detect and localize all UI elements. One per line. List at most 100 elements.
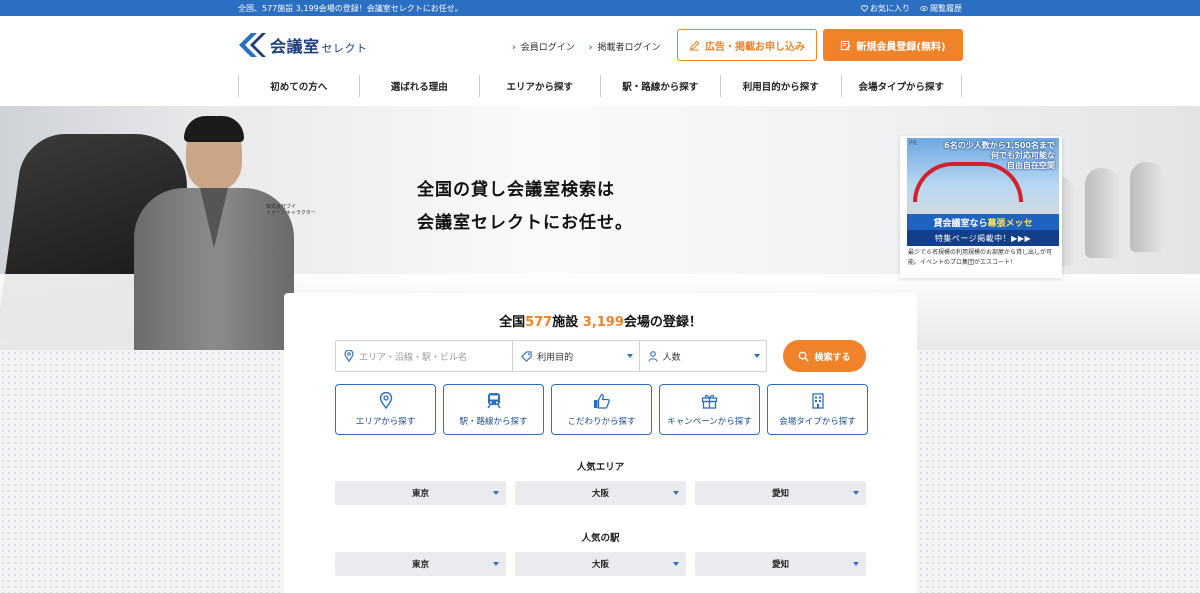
- popular-station-selects: 東京 大阪 愛知: [335, 552, 866, 576]
- pr-band-pre: 貸会議室なら: [933, 218, 988, 229]
- nav-item-purpose[interactable]: 利用目的から探す: [720, 75, 841, 97]
- logo-sub: セレクト: [321, 42, 368, 55]
- caret-down-icon: [853, 491, 859, 495]
- pr-band: 貸会議室なら 幕張メッセ: [907, 214, 1059, 230]
- place-search-placeholder: エリア・沿線・駅・ビル名: [359, 352, 468, 363]
- nav-item-area[interactable]: エリアから探す: [479, 75, 600, 97]
- search-button-label: 検索する: [814, 352, 851, 363]
- hero-character-image: [134, 116, 294, 350]
- search-panel: 全国577施設 3,199会場の登録！ エリア・沿線・駅・ビル名 利用目的 人数…: [284, 293, 917, 593]
- popular-area-selects: 東京 大阪 愛知: [335, 481, 866, 505]
- register-button[interactable]: 新規会員登録(無料): [823, 29, 963, 61]
- facility-count: 577: [525, 315, 553, 330]
- category-venue-type-label: 会場タイプから探す: [779, 416, 856, 427]
- count-pre: 全国: [499, 315, 526, 330]
- people-select[interactable]: 人数: [640, 341, 766, 371]
- people-select-label: 人数: [662, 352, 681, 363]
- area-select-osaka-label: 大阪: [591, 489, 609, 499]
- category-station-button[interactable]: 駅・路線から探す: [443, 384, 544, 435]
- purpose-select-label: 利用目的: [537, 352, 574, 363]
- nav-item-first-time[interactable]: 初めての方へ: [238, 75, 359, 97]
- history-label: 閲覧履歴: [930, 4, 962, 13]
- area-select-tokyo[interactable]: 東京: [335, 481, 506, 505]
- pr-copy-line1: 6名の少人数から1,500名まで: [944, 141, 1055, 150]
- place-search-input[interactable]: エリア・沿線・駅・ビル名: [336, 341, 514, 371]
- chevron-right-icon: ›: [512, 43, 516, 53]
- favorites-link[interactable]: お気に入り: [861, 3, 910, 14]
- count-mid: 施設: [552, 315, 579, 330]
- hero-chair-image: [1085, 168, 1119, 258]
- purpose-select[interactable]: 利用目的: [513, 341, 640, 371]
- pr-description: 最少で６名規模の利用規模のお部屋から貸し出しが可能。イベントのプロ集団がエスコー…: [908, 249, 1053, 266]
- venue-count: 3,199: [582, 315, 624, 330]
- pr-copy: 6名の少人数から1,500名まで 何でも対応可能な 自由自在空間: [944, 141, 1055, 171]
- caret-down-icon: [853, 562, 859, 566]
- station-select-osaka[interactable]: 大阪: [515, 552, 686, 576]
- area-select-tokyo-label: 東京: [411, 489, 429, 499]
- search-button[interactable]: 検索する: [783, 340, 866, 372]
- pr-band-feature: 特集ページ掲載中！▶▶▶: [907, 230, 1059, 246]
- category-area-button[interactable]: エリアから探す: [335, 384, 436, 435]
- character-hair: [184, 116, 244, 142]
- pr-tag: PR: [909, 140, 917, 147]
- caret-down-icon: [754, 354, 760, 358]
- caret-down-icon: [626, 354, 633, 358]
- logo-main: 会議室: [270, 37, 320, 56]
- category-station-label: 駅・路線から探す: [459, 417, 528, 427]
- publisher-login-label: 掲載者ログイン: [597, 43, 661, 53]
- heart-icon: [861, 5, 868, 12]
- hero-caption: 株式会社ブイ イメージキャラクター: [266, 204, 326, 216]
- top-bar-text: 全国、577施設 3,199会場の登録！会議室セレクトにお任せ。: [238, 4, 463, 13]
- area-select-aichi[interactable]: 愛知: [695, 481, 866, 505]
- category-preference-button[interactable]: こだわりから探す: [551, 384, 652, 435]
- nav-item-venue-type[interactable]: 会場タイプから探す: [840, 75, 962, 97]
- site-header: 会議室 セレクト › 会員ログイン › 掲載者ログイン 広告・掲載お申し込み 新規会員…: [0, 16, 1200, 106]
- edit-document-icon: [841, 40, 851, 50]
- member-login-label: 会員ログイン: [520, 43, 575, 53]
- tag-icon: [521, 350, 532, 362]
- pr-copy-line3: 自由自在空間: [1007, 161, 1055, 170]
- person-icon: [648, 350, 658, 362]
- category-venue-type-button[interactable]: 会場タイプから探す: [767, 384, 868, 435]
- publisher-login-link[interactable]: › 掲載者ログイン: [589, 40, 661, 53]
- member-login-link[interactable]: › 会員ログイン: [512, 40, 575, 53]
- pencil-icon: [689, 40, 700, 51]
- pr-copy-line2: 何でも対応可能な: [991, 151, 1055, 160]
- favorites-label: お気に入り: [870, 4, 910, 13]
- category-area-label: エリアから探す: [355, 417, 416, 427]
- nav-item-station[interactable]: 駅・路線から探す: [599, 75, 721, 97]
- station-select-aichi-label: 愛知: [771, 560, 789, 570]
- main-nav: 初めての方へ 選ばれる理由 エリアから探す 駅・路線から探す 利用目的から探す …: [238, 75, 962, 97]
- ad-application-button[interactable]: 広告・掲載お申し込み: [677, 29, 817, 61]
- station-select-tokyo[interactable]: 東京: [335, 552, 506, 576]
- caret-down-icon: [493, 562, 499, 566]
- category-buttons: エリアから探す 駅・路線から探す こだわりから探す キャンペーンから探す 会場タ…: [335, 384, 868, 435]
- station-select-aichi[interactable]: 愛知: [695, 552, 866, 576]
- pr-banner[interactable]: 6名の少人数から1,500名まで 何でも対応可能な 自由自在空間 貸会議室なら幕…: [900, 136, 1062, 278]
- category-campaign-label: キャンペーンから探す: [667, 416, 752, 427]
- register-label: 新規会員登録(無料): [856, 41, 946, 53]
- category-preference-label: こだわりから探す: [567, 416, 636, 427]
- map-pin-icon: [344, 350, 354, 362]
- hero-title-line2: 会議室セレクトにお任せ。: [417, 213, 633, 233]
- category-campaign-button[interactable]: キャンペーンから探す: [659, 384, 760, 435]
- search-form: エリア・沿線・駅・ビル名 利用目的 人数: [335, 340, 767, 372]
- map-pin-icon: [379, 392, 392, 409]
- site-logo[interactable]: 会議室 セレクト: [238, 32, 368, 58]
- top-bar-links: お気に入り 閲覧履歴: [861, 3, 962, 14]
- popular-area-title: 人気エリア: [576, 462, 625, 473]
- caret-down-icon: [493, 491, 499, 495]
- area-select-osaka[interactable]: 大阪: [515, 481, 686, 505]
- chevron-right-icon: ›: [588, 43, 593, 53]
- gift-icon: [701, 394, 718, 409]
- hero-chair-image: [1130, 162, 1164, 252]
- search-icon: [799, 351, 810, 362]
- history-link[interactable]: 閲覧履歴: [920, 3, 962, 14]
- pr-band-main: 幕張メッセ: [987, 218, 1033, 229]
- thumbs-up-icon: [594, 393, 610, 409]
- pr-banner-image: 6名の少人数から1,500名まで 何でも対応可能な 自由自在空間 貸会議室なら幕…: [907, 138, 1059, 246]
- logo-chevron-icon: [239, 33, 266, 57]
- nav-item-reasons[interactable]: 選ばれる理由: [358, 75, 480, 97]
- logo-text: 会議室 セレクト: [270, 33, 368, 57]
- hero-title: 全国の貸し会議室検索は 会議室セレクトにお任せ。: [417, 174, 633, 240]
